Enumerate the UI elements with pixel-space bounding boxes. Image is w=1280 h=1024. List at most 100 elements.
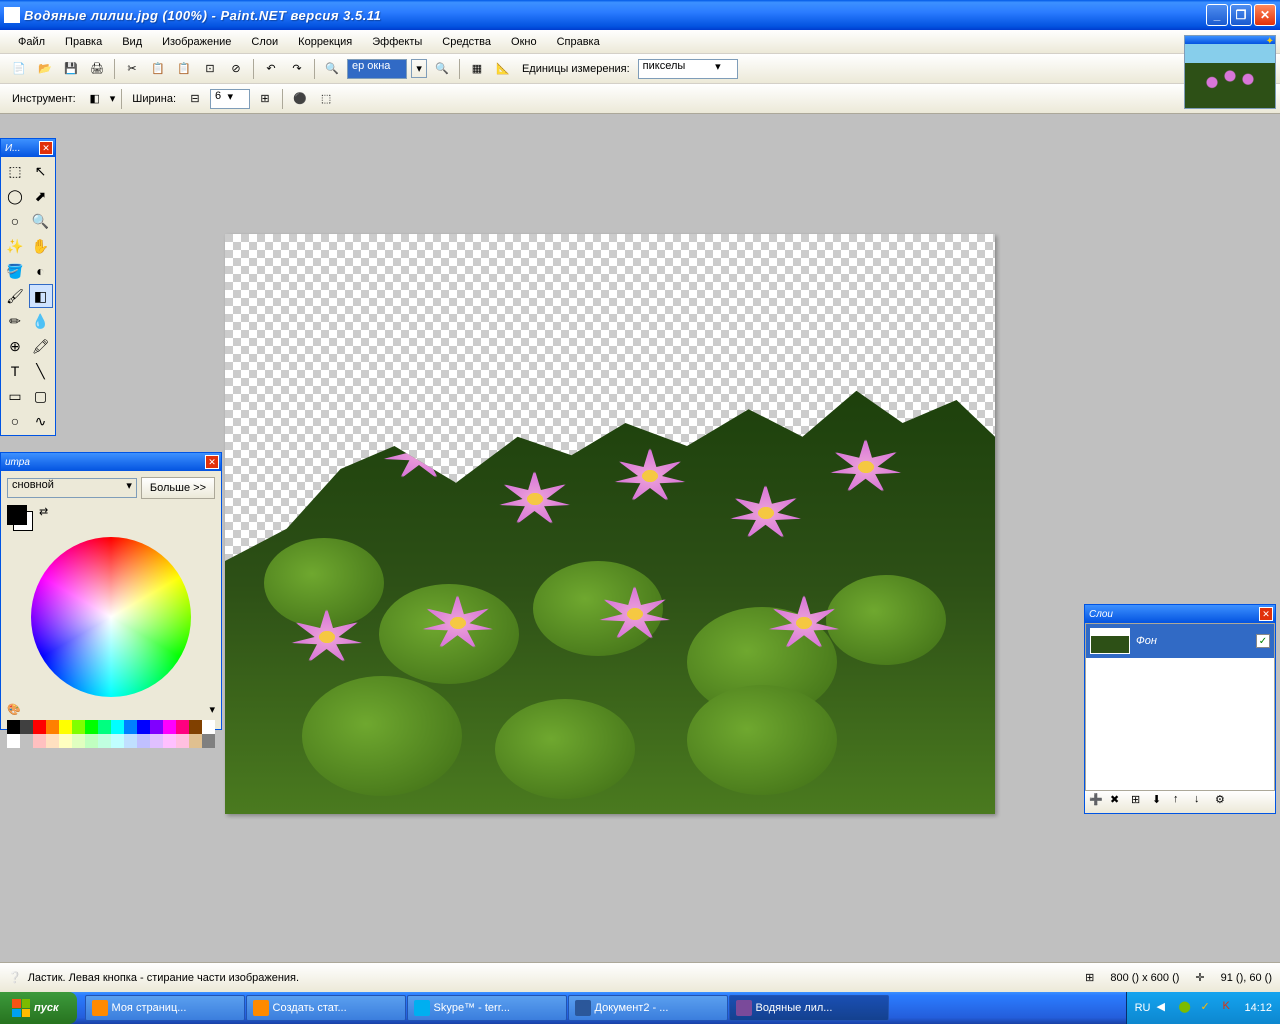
palette-icon[interactable]: 🎨 — [7, 703, 21, 716]
minimize-button[interactable]: _ — [1206, 4, 1228, 26]
properties-button[interactable]: ⚙ — [1215, 793, 1233, 811]
color-picker-tool[interactable]: 💧 — [29, 309, 53, 333]
palette-menu-icon[interactable]: ▾ — [209, 703, 215, 716]
delete-layer-button[interactable]: ✖ — [1110, 793, 1128, 811]
tools-panel-close[interactable]: ✕ — [39, 141, 53, 155]
close-button[interactable]: ✕ — [1254, 4, 1276, 26]
clone-tool[interactable]: ⊕ — [3, 334, 27, 358]
document-thumbnail[interactable] — [1184, 35, 1276, 109]
canvas[interactable] — [225, 234, 995, 814]
dropdown-icon[interactable]: ▾ — [411, 59, 427, 78]
open-button[interactable]: 📂 — [34, 58, 56, 80]
layer-visibility-checkbox[interactable]: ✓ — [1256, 634, 1270, 648]
width-increase[interactable]: ⊞ — [254, 88, 276, 110]
colors-panel-title[interactable]: итра — [1, 453, 221, 471]
move-down-button[interactable]: ↓ — [1194, 793, 1212, 811]
print-button[interactable]: 🖨 — [86, 58, 108, 80]
taskbar-item[interactable]: Моя страниц... — [85, 995, 245, 1021]
rounded-rect-tool[interactable]: ▢ — [29, 384, 53, 408]
rect-select-tool[interactable]: ⬚ — [3, 159, 27, 183]
menu-tools[interactable]: Средства — [432, 32, 501, 52]
copy-button[interactable]: 📋 — [147, 58, 169, 80]
menu-image[interactable]: Изображение — [152, 32, 241, 52]
zoom-select[interactable]: ер окна — [347, 59, 407, 79]
width-decrease[interactable]: ⊟ — [184, 88, 206, 110]
pencil-tool[interactable]: ✏ — [3, 309, 27, 333]
tray-icon[interactable]: ✓ — [1200, 1000, 1216, 1016]
color-palette-2[interactable] — [7, 734, 215, 748]
pan-tool[interactable]: ✋ — [29, 234, 53, 258]
color-wheel[interactable] — [31, 537, 191, 697]
more-button[interactable]: Больше >> — [141, 477, 215, 499]
primary-color-swatch[interactable] — [7, 505, 27, 525]
menu-adjustments[interactable]: Коррекция — [288, 32, 362, 52]
taskbar-item[interactable]: Создать стат... — [246, 995, 406, 1021]
eraser-tool[interactable]: ◧ — [29, 284, 53, 308]
crop-button[interactable]: ⊡ — [199, 58, 221, 80]
layer-item[interactable]: Фон ✓ — [1086, 624, 1274, 658]
fill-tool[interactable]: 🪣 — [3, 259, 27, 283]
text-tool[interactable]: T — [3, 359, 27, 383]
ruler-button[interactable]: 📐 — [492, 58, 514, 80]
menu-layers[interactable]: Слои — [241, 32, 288, 52]
recolor-tool[interactable]: 🖍 — [29, 334, 53, 358]
freeform-tool[interactable]: ∿ — [29, 409, 53, 433]
merge-down-button[interactable]: ⬇ — [1152, 793, 1170, 811]
dropdown-icon[interactable]: ▾ — [110, 92, 116, 105]
undo-button[interactable]: ↶ — [260, 58, 282, 80]
tray-icon[interactable]: ◀ — [1156, 1000, 1172, 1016]
ellipse-select-tool[interactable]: ○ — [3, 209, 27, 233]
color-mode-select[interactable]: сновной ▾ — [7, 478, 137, 498]
line-tool[interactable]: ╲ — [29, 359, 53, 383]
layers-panel-close[interactable]: ✕ — [1259, 607, 1273, 621]
colors-panel-close[interactable]: ✕ — [205, 455, 219, 469]
color-palette[interactable] — [7, 720, 215, 734]
language-indicator[interactable]: RU — [1135, 1002, 1151, 1014]
duplicate-layer-button[interactable]: ⊞ — [1131, 793, 1149, 811]
current-tool-icon[interactable]: ◧ — [84, 88, 106, 110]
menu-view[interactable]: Вид — [112, 32, 152, 52]
zoom-tool[interactable]: 🔍 — [29, 209, 53, 233]
layers-panel[interactable]: Слои ✕ Фон ✓ ➕ ✖ ⊞ ⬇ ↑ ↓ ⚙ — [1084, 604, 1276, 814]
move-selection-tool[interactable]: ⬈ — [29, 184, 53, 208]
save-button[interactable]: 💾 — [60, 58, 82, 80]
lasso-tool[interactable]: ◯ — [3, 184, 27, 208]
magic-wand-tool[interactable]: ✨ — [3, 234, 27, 258]
menu-file[interactable]: Файл — [8, 32, 55, 52]
layers-panel-title[interactable]: Слои — [1085, 605, 1275, 623]
redo-button[interactable]: ↷ — [286, 58, 308, 80]
taskbar-item[interactable]: Водяные лил... — [729, 995, 889, 1021]
tray-icon[interactable]: K — [1222, 1000, 1238, 1016]
taskbar-item[interactable]: Skype™ - terr... — [407, 995, 567, 1021]
grid-button[interactable]: ▦ — [466, 58, 488, 80]
brush-tool[interactable]: 🖌 — [3, 284, 27, 308]
tools-panel[interactable]: И... ✕ ⬚ ↖ ◯ ⬈ ○ 🔍 ✨ ✋ 🪣 ◐ 🖌 ◧ ✏ 💧 ⊕ 🖍 T… — [0, 138, 56, 436]
clock[interactable]: 14:12 — [1244, 1002, 1272, 1014]
add-layer-button[interactable]: ➕ — [1089, 793, 1107, 811]
tray-icon[interactable]: ⬤ — [1178, 1000, 1194, 1016]
ellipse-tool[interactable]: ○ — [3, 409, 27, 433]
rect-tool[interactable]: ▭ — [3, 384, 27, 408]
units-select[interactable]: пикселы ▾ — [638, 59, 738, 79]
move-tool[interactable]: ↖ — [29, 159, 53, 183]
paste-button[interactable]: 📋 — [173, 58, 195, 80]
taskbar-item[interactable]: Документ2 - ... — [568, 995, 728, 1021]
deselect-button[interactable]: ⊘ — [225, 58, 247, 80]
menu-effects[interactable]: Эффекты — [362, 32, 432, 52]
zoom-out-button[interactable]: 🔍 — [321, 58, 343, 80]
swap-colors-icon[interactable]: ⇄ — [39, 505, 48, 518]
move-up-button[interactable]: ↑ — [1173, 793, 1191, 811]
colors-panel[interactable]: итра ✕ сновной ▾ Больше >> ⇄ 🎨 ▾ — [0, 452, 222, 730]
antialias-button[interactable]: ⚫ — [289, 88, 311, 110]
cut-button[interactable]: ✂ — [121, 58, 143, 80]
gradient-tool[interactable]: ◐ — [29, 259, 53, 283]
menu-help[interactable]: Справка — [547, 32, 610, 52]
start-button[interactable]: пуск — [0, 992, 77, 1024]
blend-button[interactable]: ⬚ — [315, 88, 337, 110]
maximize-button[interactable]: ❐ — [1230, 4, 1252, 26]
menu-window[interactable]: Окно — [501, 32, 547, 52]
zoom-in-button[interactable]: 🔍 — [431, 58, 453, 80]
menu-edit[interactable]: Правка — [55, 32, 112, 52]
width-input[interactable]: 6 ▾ — [210, 89, 250, 109]
new-button[interactable]: 📄 — [8, 58, 30, 80]
